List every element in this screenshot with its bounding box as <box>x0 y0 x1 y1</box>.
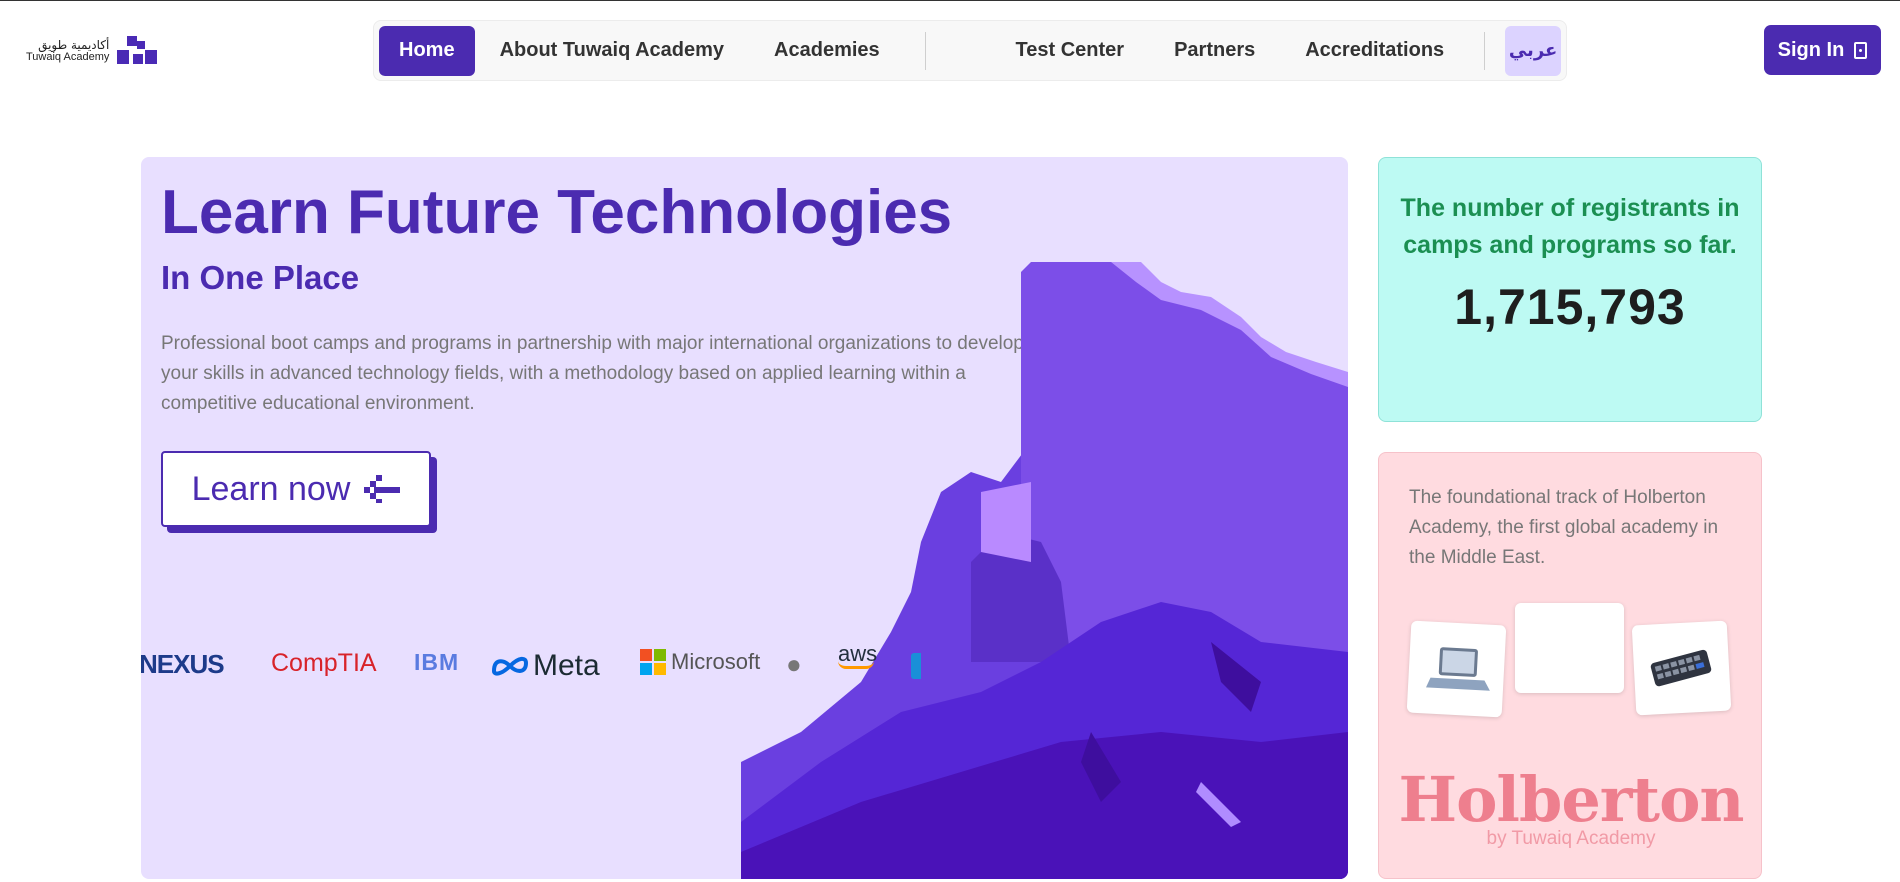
partner-logos-strip: NEXUS CompTIA IBM Meta Microsoft ● aws <box>141 637 921 697</box>
laptop-card <box>1406 620 1507 718</box>
registrants-count: 1,715,793 <box>1454 279 1686 335</box>
sign-in-label: Sign In <box>1777 38 1845 61</box>
apple-logo-icon: ● <box>786 649 802 679</box>
main-nav: Home About Tuwaiq Academy Academies Test… <box>373 20 1567 81</box>
nav-divider <box>924 31 926 70</box>
logo-english: Tuwaiq Academy <box>26 50 110 63</box>
meta-infinity-icon <box>491 656 529 676</box>
comptia-logo: CompTIA <box>271 649 377 677</box>
microsoft-logo: Microsoft <box>640 649 760 675</box>
laptop-icon <box>1425 647 1490 691</box>
hero-section: Learn Future Technologies In One Place P… <box>141 157 1348 879</box>
holberton-logo-text: Holberton <box>1398 763 1744 836</box>
aws-logo: aws <box>838 641 877 669</box>
blank-card <box>1515 603 1624 693</box>
door-icon <box>1854 41 1868 59</box>
nav-test-center[interactable]: Test Center <box>991 26 1150 76</box>
language-toggle-button[interactable]: عربي <box>1505 25 1561 76</box>
learn-now-button[interactable]: Learn now <box>161 451 431 527</box>
partner-logo-partial <box>911 653 921 679</box>
nexus-logo: NEXUS <box>141 649 225 679</box>
logo-text: أكاديمية طويق Tuwaiq Academy <box>26 39 109 63</box>
learn-now-label: Learn now <box>191 469 351 508</box>
microsoft-squares-icon <box>640 649 666 675</box>
logo-arabic: أكاديمية طويق <box>38 37 110 52</box>
mountain-illustration <box>741 262 1348 879</box>
aws-smile-icon <box>838 661 874 669</box>
sign-in-button[interactable]: Sign In <box>1764 25 1881 75</box>
keyboard-icon <box>1650 649 1712 687</box>
microsoft-logo-text: Microsoft <box>671 649 761 674</box>
nav-accreditations[interactable]: Accreditations <box>1280 26 1469 76</box>
nav-about[interactable]: About Tuwaiq Academy <box>475 26 749 76</box>
registrants-label: The number of registrants in camps and p… <box>1400 194 1740 259</box>
holberton-description: The foundational track of Holberton Acad… <box>1409 487 1719 568</box>
keyboard-card <box>1631 620 1732 716</box>
nav-home[interactable]: Home <box>379 25 475 76</box>
logo-mark-icon <box>117 36 158 66</box>
hero-title: Learn Future Technologies <box>161 178 953 247</box>
holberton-logo-subtitle: by Tuwaiq Academy <box>1486 828 1656 849</box>
nav-partners[interactable]: Partners <box>1149 26 1280 76</box>
registrants-stats-card: The number of registrants in camps and p… <box>1378 157 1762 422</box>
ibm-logo: IBM <box>414 649 460 675</box>
holberton-card[interactable]: The foundational track of Holberton Acad… <box>1378 452 1762 879</box>
nav-academies[interactable]: Academies <box>749 26 905 76</box>
meta-logo-text: Meta <box>533 649 600 682</box>
site-logo[interactable]: أكاديمية طويق Tuwaiq Academy <box>26 31 166 71</box>
meta-logo: Meta <box>491 649 600 683</box>
nav-divider <box>1484 31 1486 70</box>
pixel-arrow-icon <box>364 475 401 503</box>
hero-subtitle: In One Place <box>161 259 360 296</box>
